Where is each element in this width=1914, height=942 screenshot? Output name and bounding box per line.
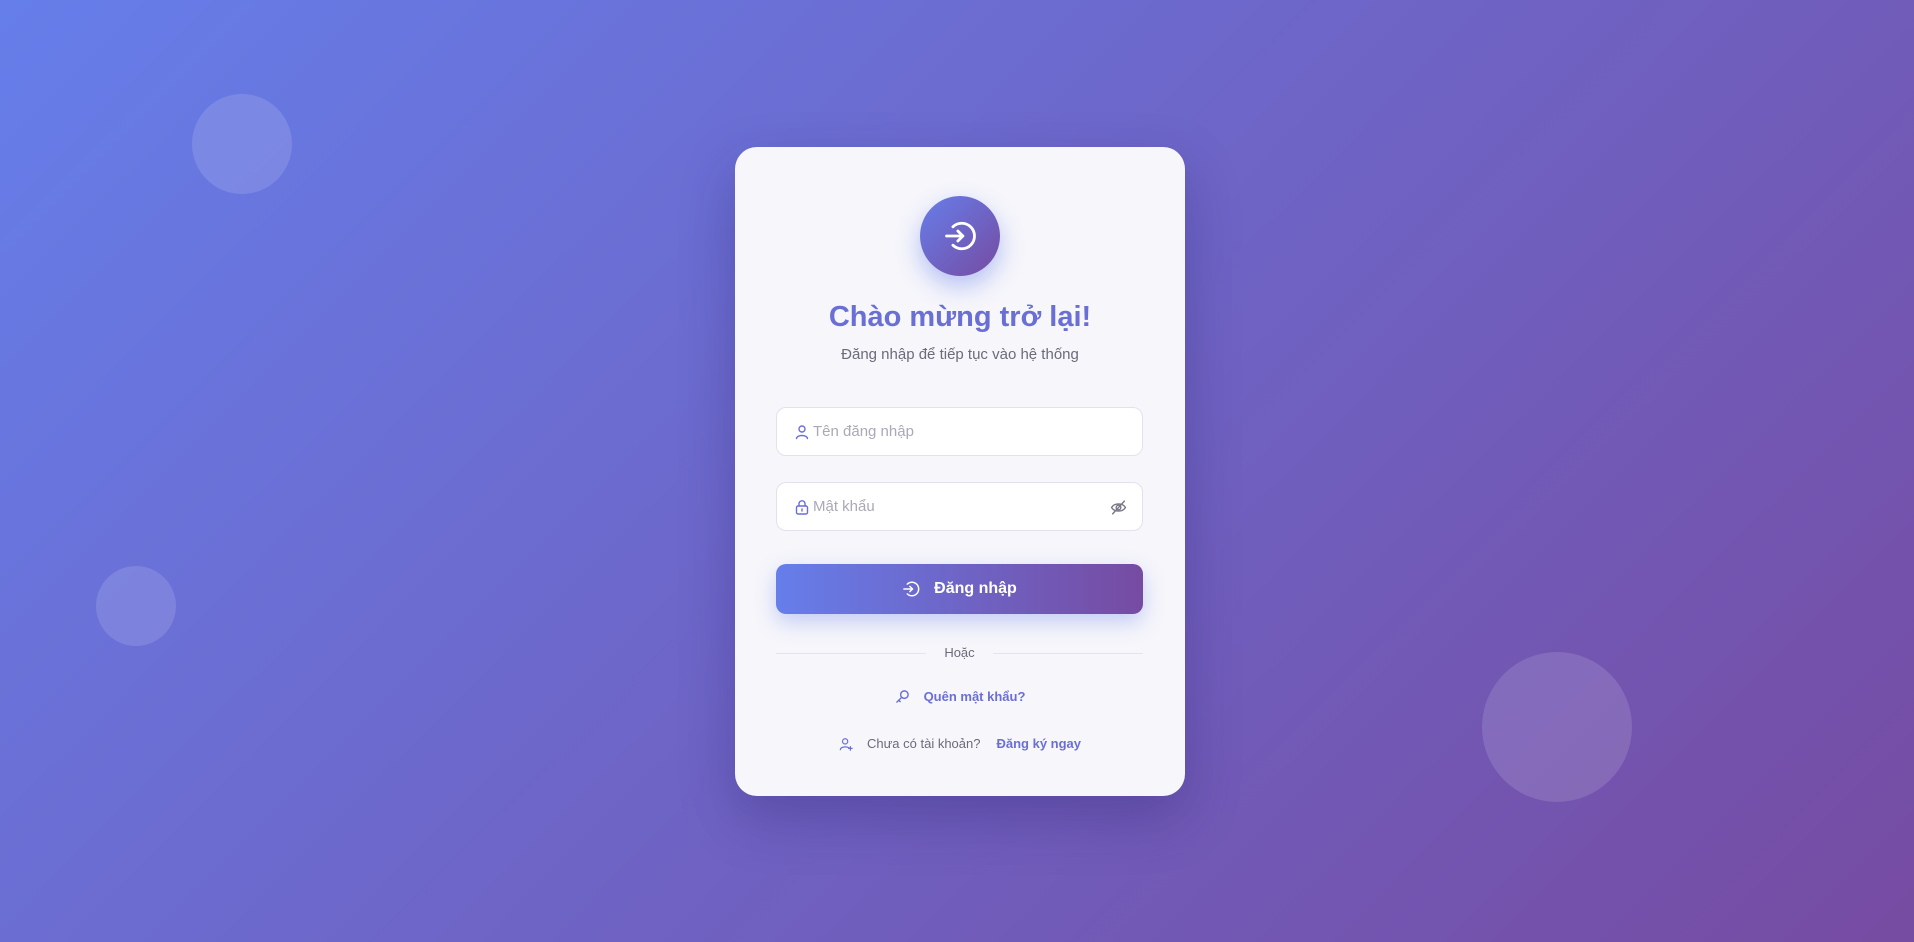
background-bubble: [96, 566, 176, 646]
login-button[interactable]: Đăng nhập: [776, 564, 1143, 614]
page-subtitle: Đăng nhập để tiếp tục vào hệ thống: [841, 346, 1079, 363]
background-bubble: [192, 94, 292, 194]
login-card: Chào mừng trở lại! Đăng nhập để tiếp tục…: [735, 147, 1185, 796]
login-button-label: Đăng nhập: [934, 580, 1017, 597]
username-input[interactable]: [813, 408, 1113, 455]
sign-in-icon: [920, 196, 1000, 276]
sign-in-icon: [902, 580, 920, 598]
password-field: [776, 482, 1143, 531]
user-icon: [794, 424, 810, 440]
eye-slash-icon[interactable]: [1110, 499, 1127, 516]
forgot-password-link[interactable]: Quên mật khẩu?: [924, 689, 1026, 704]
signup-link[interactable]: Đăng ký ngay: [996, 736, 1081, 751]
signup-row: Chưa có tài khoản? Đăng ký ngay: [735, 736, 1185, 751]
background-bubble: [1482, 652, 1632, 802]
lock-icon: [794, 499, 810, 515]
username-field: [776, 407, 1143, 456]
or-divider: Hoặc: [776, 644, 1143, 662]
forgot-password-row: Quên mật khẩu?: [735, 689, 1185, 704]
user-plus-icon: [839, 737, 853, 751]
key-icon: [895, 689, 910, 704]
divider-line: [993, 653, 1143, 654]
signup-prompt: Chưa có tài khoản?: [866, 736, 981, 751]
page-title: Chào mừng trở lại!: [828, 301, 1092, 333]
password-input[interactable]: [813, 483, 1113, 530]
